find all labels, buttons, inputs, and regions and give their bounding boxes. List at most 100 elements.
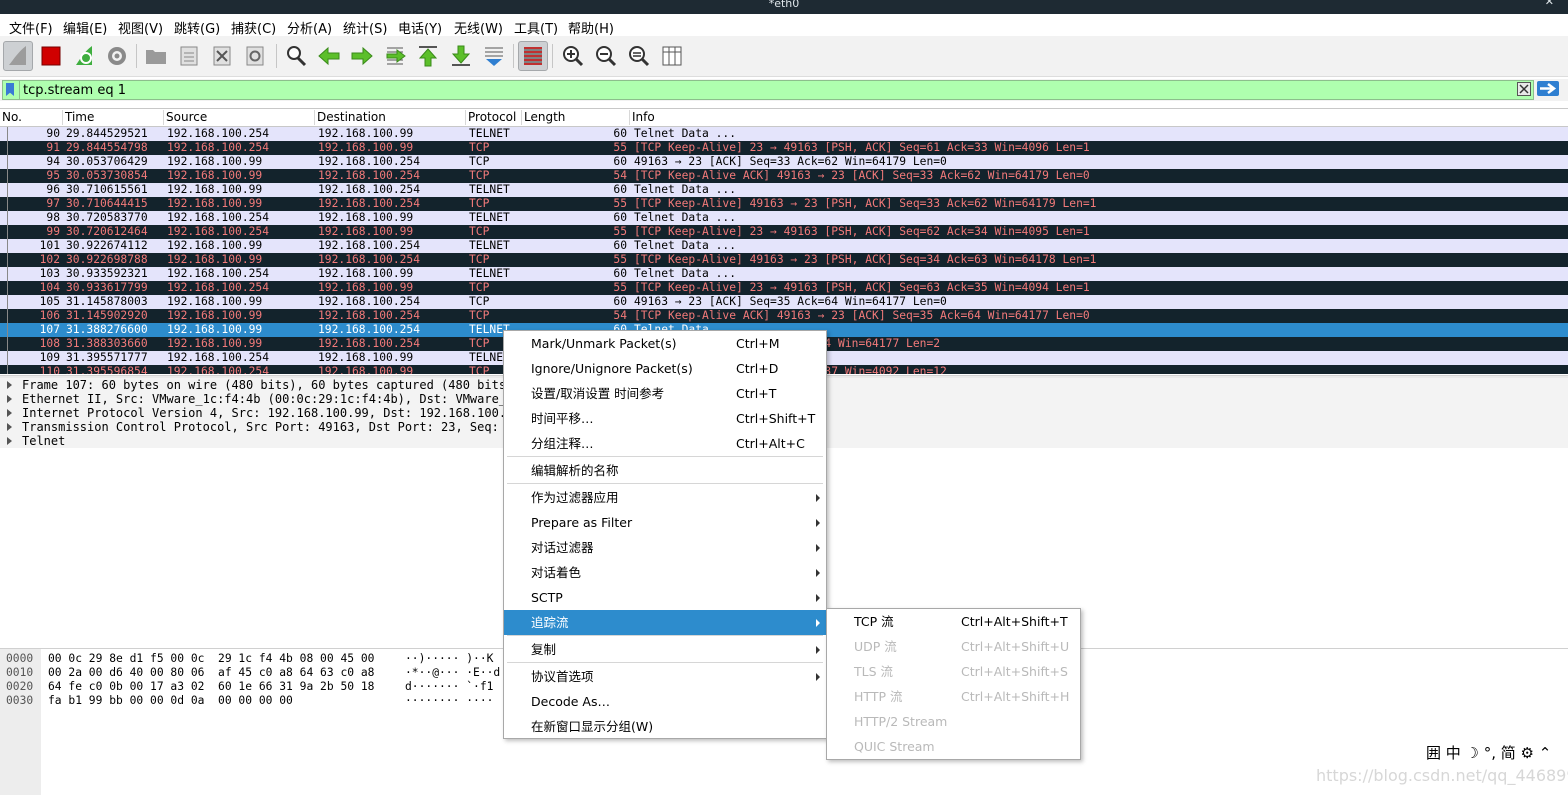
zoom-normal-icon[interactable] <box>624 41 654 71</box>
capture-options-icon[interactable] <box>102 41 132 71</box>
menu-file[interactable]: 文件(F) <box>9 18 53 37</box>
packet-row[interactable]: 91 29.844554798 192.168.100.254 192.168.100… <box>0 141 1568 155</box>
packet-row[interactable]: 98 30.720583770 192.168.100.254 192.168.100… <box>0 211 1568 225</box>
shark-fin-start-icon[interactable] <box>3 41 33 71</box>
cell-time: 31.388303660 <box>66 337 148 350</box>
expand-arrow-icon[interactable] <box>7 423 12 431</box>
packet-row[interactable]: 104 30.933617799 192.168.100.254 192.168.10… <box>0 281 1568 295</box>
menu-item-time-reference[interactable]: 设置/取消设置 时间参考 Ctrl+T <box>504 381 826 406</box>
menu-item-apply-as-filter[interactable]: 作为过滤器应用 <box>504 485 826 510</box>
menu-item-sctp[interactable]: SCTP <box>504 585 826 610</box>
cell-len: 60 <box>613 267 627 280</box>
submenu-item-tcp-stream[interactable]: TCP 流 Ctrl+Alt+Shift+T <box>827 609 1080 634</box>
column-source[interactable]: Source <box>164 110 315 125</box>
menu-item-time-shift[interactable]: 时间平移… Ctrl+Shift+T <box>504 406 826 431</box>
menu-wireless[interactable]: 无线(W) <box>454 18 503 37</box>
menu-edit[interactable]: 编辑(E) <box>63 18 107 37</box>
menu-item-mark-packet[interactable]: Mark/Unmark Packet(s) Ctrl+M <box>504 331 826 356</box>
cell-src: 192.168.100.99 <box>167 337 263 350</box>
expand-arrow-icon[interactable] <box>7 381 12 389</box>
menu-item-prepare-as-filter[interactable]: Prepare as Filter <box>504 510 826 535</box>
bytes-hex[interactable]: 00 2a 00 d6 40 00 80 06 af 45 c0 a8 64 6… <box>48 666 374 680</box>
menu-capture[interactable]: 捕获(C) <box>231 18 276 37</box>
expand-arrow-icon[interactable] <box>7 437 12 445</box>
packet-row[interactable]: 101 30.922674112 192.168.100.99 192.168.100… <box>0 239 1568 253</box>
stop-capture-icon[interactable] <box>36 41 66 71</box>
cell-time: 31.395571777 <box>66 351 148 364</box>
bytes-ascii[interactable]: d······· `·f1 <box>405 680 493 694</box>
clear-filter-icon[interactable] <box>1517 82 1531 96</box>
expand-arrow-icon[interactable] <box>7 409 12 417</box>
bytes-hex[interactable]: 00 0c 29 8e d1 f5 00 0c 29 1c f4 4b 08 0… <box>48 652 374 666</box>
packet-row[interactable]: 105 31.145878003 192.168.100.99 192.168.100… <box>0 295 1568 309</box>
menu-help[interactable]: 帮助(H) <box>568 18 614 37</box>
menu-telephony[interactable]: 电话(Y) <box>398 18 442 37</box>
display-filter-bar <box>0 79 1568 101</box>
column-time[interactable]: Time <box>63 110 164 125</box>
menu-item-protocol-preferences[interactable]: 协议首选项 <box>504 664 826 689</box>
packet-context-menu: Mark/Unmark Packet(s) Ctrl+M Ignore/Unign… <box>503 330 827 739</box>
packet-row[interactable]: 97 30.710644415 192.168.100.99 192.168.100.… <box>0 197 1568 211</box>
menu-item-copy[interactable]: 复制 <box>504 637 826 662</box>
bytes-ascii[interactable]: ········ ···· <box>405 694 493 708</box>
bytes-ascii[interactable]: ·*··@··· ·E··d <box>405 666 500 680</box>
bytes-ascii[interactable]: ··)····· )··K <box>405 652 493 666</box>
bytes-hex[interactable]: 64 fe c0 0b 00 17 a3 02 60 1e 66 31 9a 2… <box>48 680 374 694</box>
column-length[interactable]: Length <box>522 110 630 125</box>
column-no[interactable]: No. <box>0 110 63 125</box>
window-close-button[interactable]: ✕ <box>1545 0 1554 7</box>
menu-item-colorize-conversation[interactable]: 对话着色 <box>504 560 826 585</box>
column-protocol[interactable]: Protocol <box>466 110 522 125</box>
go-first-icon[interactable] <box>413 41 443 71</box>
menu-analyze[interactable]: 分析(A) <box>287 18 332 37</box>
reload-file-icon[interactable] <box>240 41 270 71</box>
column-destination[interactable]: Destination <box>315 110 466 125</box>
zoom-in-icon[interactable] <box>558 41 588 71</box>
packet-row[interactable]: 102 30.922698788 192.168.100.99 192.168.100… <box>0 253 1568 267</box>
close-file-icon[interactable] <box>207 41 237 71</box>
zoom-out-icon[interactable] <box>591 41 621 71</box>
go-forward-icon[interactable] <box>347 41 377 71</box>
cell-info: Telnet Data ... <box>634 267 737 280</box>
packet-row[interactable]: 95 30.053730854 192.168.100.99 192.168.100.… <box>0 169 1568 183</box>
autoscroll-icon[interactable] <box>479 41 509 71</box>
menu-item-decode-as[interactable]: Decode As… <box>504 689 826 714</box>
open-file-icon[interactable] <box>141 41 171 71</box>
cell-info: Telnet Data ... <box>634 211 737 224</box>
packet-row[interactable]: 94 30.053706429 192.168.100.99 192.168.100.… <box>0 155 1568 169</box>
packet-row[interactable]: 99 30.720612464 192.168.100.254 192.168.100… <box>0 225 1568 239</box>
go-back-icon[interactable] <box>314 41 344 71</box>
menu-view[interactable]: 视图(V) <box>118 18 163 37</box>
expand-arrow-icon[interactable] <box>7 395 12 403</box>
bytes-hex[interactable]: fa b1 99 bb 00 00 0d 0a 00 00 00 00 <box>48 694 293 708</box>
cell-proto: TELNE <box>469 351 504 364</box>
menu-item-show-in-new-window[interactable]: 在新窗口显示分组(W) <box>504 714 826 739</box>
go-to-packet-icon[interactable] <box>380 41 410 71</box>
restart-capture-icon[interactable] <box>69 41 99 71</box>
find-packet-icon[interactable] <box>281 41 311 71</box>
packet-row[interactable]: 96 30.710615561 192.168.100.99 192.168.100.… <box>0 183 1568 197</box>
menu-statistics[interactable]: 统计(S) <box>343 18 387 37</box>
bookmark-icon[interactable] <box>6 83 14 96</box>
menu-item-packet-comment[interactable]: 分组注释… Ctrl+Alt+C <box>504 431 826 456</box>
resize-columns-icon[interactable] <box>657 41 687 71</box>
window-title: *eth0 <box>768 0 800 10</box>
colorize-icon[interactable] <box>518 41 548 71</box>
menu-item-edit-resolved-name[interactable]: 编辑解析的名称 <box>504 458 826 483</box>
apply-filter-icon[interactable] <box>1537 81 1559 96</box>
watermark: https://blog.csdn.net/qq_44689930 <box>1316 766 1568 785</box>
column-info[interactable]: Info <box>630 110 1568 125</box>
menu-item-follow-stream[interactable]: 追踪流 <box>504 610 826 635</box>
input-method-toolbar[interactable]: 囲 中 ☽ °, 简 ⚙ ⌃ <box>1426 742 1552 764</box>
save-file-icon[interactable] <box>174 41 204 71</box>
go-last-icon[interactable] <box>446 41 476 71</box>
menu-go[interactable]: 跳转(G) <box>174 18 220 37</box>
packet-row[interactable]: 90 29.844529521 192.168.100.254 192.168.100… <box>0 127 1568 141</box>
menu-item-conversation-filter[interactable]: 对话过滤器 <box>504 535 826 560</box>
menu-item-ignore-packet[interactable]: Ignore/Unignore Packet(s) Ctrl+D <box>504 356 826 381</box>
menu-tools[interactable]: 工具(T) <box>514 18 558 37</box>
packet-row[interactable]: 106 31.145902920 192.168.100.99 192.168.100… <box>0 309 1568 323</box>
packet-row[interactable]: 103 30.933592321 192.168.100.254 192.168.10… <box>0 267 1568 281</box>
cell-info: [TCP Keep-Alive ACK] 49163 → 23 [ACK] Se… <box>634 309 1090 322</box>
display-filter-input[interactable] <box>23 81 1503 99</box>
